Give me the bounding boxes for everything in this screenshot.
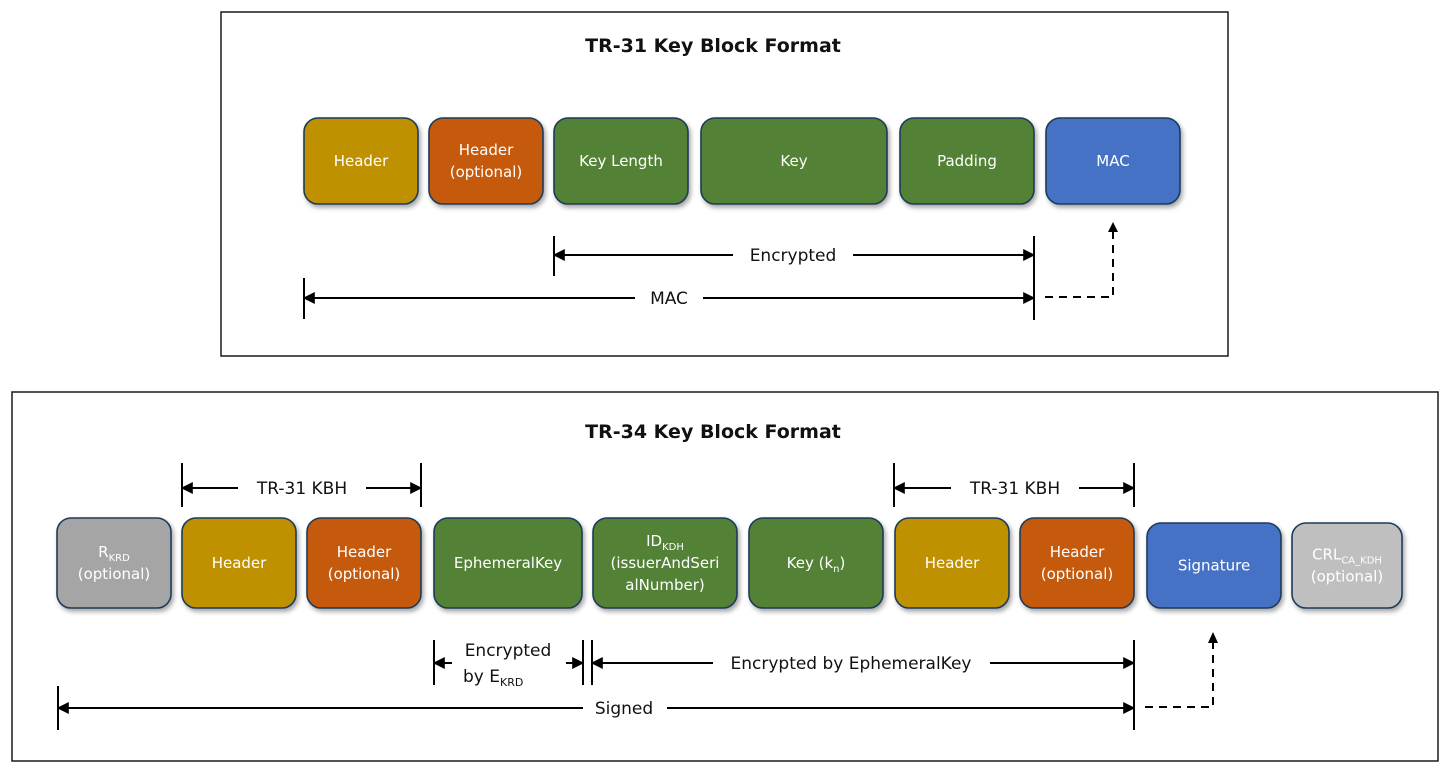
block-label: (optional) [450, 163, 523, 181]
tr34-block-ephemeral-key: EphemeralKey [433, 517, 583, 609]
block-label-suffix: ) [840, 554, 846, 572]
block-label: Padding [937, 152, 997, 170]
block-label: Header [334, 152, 389, 170]
block-label-subscript: KDH [662, 542, 684, 553]
block-label: EphemeralKey [454, 554, 562, 572]
tr34-block-crl-ca-kdh: CRLCA_KDH(optional) [1291, 522, 1403, 609]
block-label: (optional) [328, 565, 401, 583]
block-label: Header [925, 554, 980, 572]
signed-label: Signed [595, 699, 653, 719]
encrypted-ephemeral-label: Encrypted by EphemeralKey [730, 654, 971, 674]
block-label: (optional) [1311, 568, 1384, 586]
kbh-right-label: TR-31 KBH [969, 479, 1060, 499]
tr31-block-mac: MAC [1045, 117, 1181, 205]
block-label: Header [459, 141, 514, 159]
tr31-block-key-length: Key Length [553, 117, 689, 205]
tr34-block-header-2: Header [894, 517, 1010, 609]
block-label-subscript: KRD [109, 553, 131, 564]
block-label-main: R [98, 543, 108, 561]
block-label: Header [1050, 543, 1105, 561]
block-label-main: ID [646, 532, 662, 550]
tr31-title: TR-31 Key Block Format [585, 35, 841, 57]
tr31-block-header: Header [303, 117, 419, 205]
tr34-blocks: RKRD(optional)HeaderHeader(optional)Ephe… [56, 517, 1403, 609]
block-label: Signature [1178, 557, 1250, 575]
tr34-block-r-krd: RKRD(optional) [56, 517, 172, 609]
tr34-panel: TR-34 Key Block Format TR-31 KBH TR-31 K… [11, 391, 1439, 762]
block-label-main: Key (k [787, 554, 834, 572]
encrypted-ekrd-label-line1: Encrypted [465, 641, 552, 661]
tr34-title: TR-34 Key Block Format [585, 421, 841, 443]
block-label: alNumber) [625, 576, 704, 594]
tr34-block-header-1: Header [181, 517, 297, 609]
tr31-mac-label: MAC [650, 289, 688, 309]
block-shape [1019, 517, 1135, 609]
tr31-encrypted-label: Encrypted [750, 246, 837, 266]
tr31-block-key: Key [700, 117, 888, 205]
tr31-block-header-optional: Header (optional) [428, 117, 544, 205]
tr34-block-id-kdh: IDKDH(issuerAndSeri alNumber) [592, 517, 738, 609]
encrypted-ekrd-by-text: by E [463, 667, 500, 687]
block-shape [428, 117, 544, 205]
tr31-panel: TR-31 Key Block Format Header Header (opti… [220, 11, 1229, 357]
block-shape [306, 517, 422, 609]
block-label: (optional) [78, 565, 151, 583]
block-label: Header [337, 543, 392, 561]
block-label: Key [780, 152, 807, 170]
kbh-left-label: TR-31 KBH [256, 479, 347, 499]
tr34-block-header-optional-1: Header (optional) [306, 517, 422, 609]
key-block-diagram: TR-31 Key Block Format Header Header (opti… [11, 11, 1439, 762]
tr34-block-signature: Signature [1146, 522, 1282, 609]
tr31-blocks: Header Header (optional) Key Length Key Paddi… [303, 117, 1181, 205]
block-label: MAC [1096, 152, 1129, 170]
block-label: Header [212, 554, 267, 572]
block-label-subscript: CA_KDH [1341, 556, 1382, 567]
block-label: (issuerAndSeri [611, 554, 720, 572]
block-label-main: CRL [1312, 546, 1342, 564]
tr34-block-key-kn: Key (kn) [748, 517, 884, 609]
tr34-block-header-optional-2: Header (optional) [1019, 517, 1135, 609]
block-label: (optional) [1041, 565, 1114, 583]
tr31-block-padding: Padding [899, 117, 1035, 205]
encrypted-ekrd-subscript: KRD [500, 676, 523, 689]
block-label: Key Length [579, 152, 663, 170]
